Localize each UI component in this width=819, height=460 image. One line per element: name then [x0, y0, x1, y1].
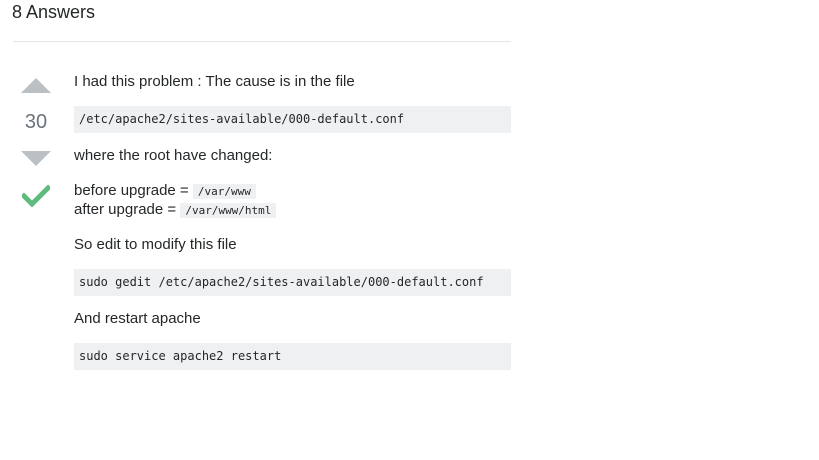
after-upgrade-code: /var/www/html [180, 203, 277, 218]
file-path-code-block: /etc/apache2/sites-available/000-default… [74, 106, 511, 133]
arrow-up-icon[interactable] [21, 78, 51, 93]
before-upgrade-label: before upgrade = [74, 182, 193, 199]
edit-instruction-text: So edit to modify this file [74, 236, 237, 253]
checkmark-icon [22, 184, 50, 208]
after-upgrade-line: after upgrade = /var/www/html [74, 200, 277, 220]
before-upgrade-code: /var/www [192, 184, 256, 199]
edit-command-code-block: sudo gedit /etc/apache2/sites-available/… [74, 269, 511, 296]
answer-intro-text: I had this problem : The cause is in the… [74, 73, 355, 90]
divider [13, 41, 511, 42]
before-upgrade-line: before upgrade = /var/www [74, 181, 256, 201]
vote-count: 30 [24, 111, 48, 133]
restart-instruction-text: And restart apache [74, 310, 201, 327]
answers-count-header: 8 Answers [12, 2, 96, 22]
after-upgrade-label: after upgrade = [74, 201, 181, 218]
arrow-down-icon[interactable] [21, 151, 51, 166]
restart-command-code-block: sudo service apache2 restart [74, 343, 511, 370]
where-text: where the root have changed: [74, 147, 273, 164]
